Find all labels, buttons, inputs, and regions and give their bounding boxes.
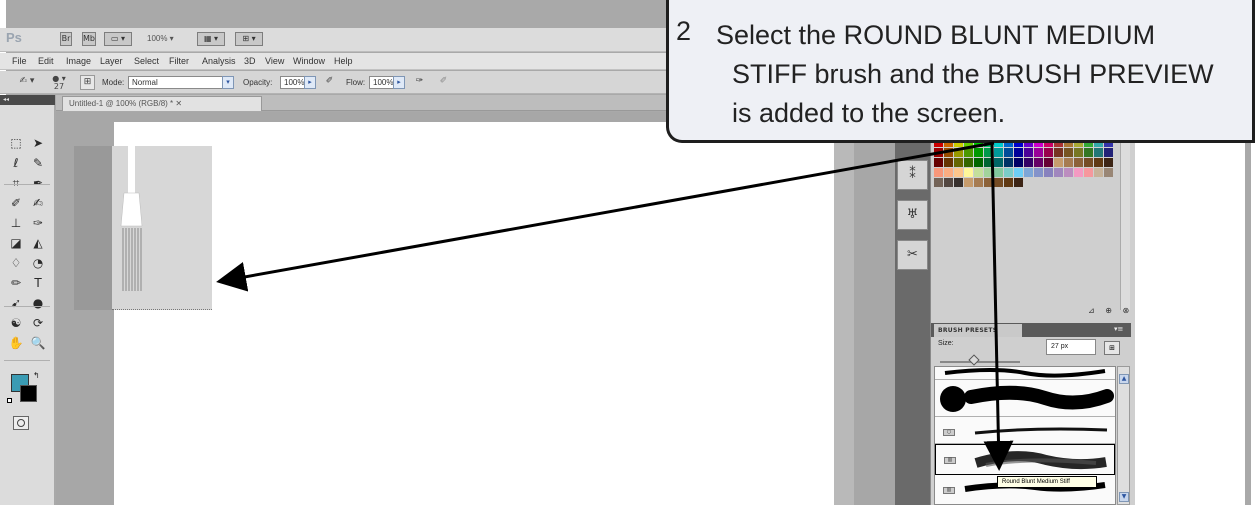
- tool-preset-picker[interactable]: ✍ ▾: [12, 75, 42, 90]
- opacity-label: Opacity:: [243, 78, 273, 87]
- screen-mode-button[interactable]: ⊞ ▾: [235, 32, 263, 46]
- menu-image[interactable]: Image: [66, 56, 91, 66]
- callout-step-number: 2: [676, 16, 692, 46]
- marquee-tool[interactable]: ⬚: [4, 134, 28, 153]
- brush-type-icon: ▥: [944, 457, 956, 464]
- eraser-tool[interactable]: ◪: [4, 234, 28, 253]
- spot-healing-tool[interactable]: ✐: [4, 194, 28, 213]
- bridge-button[interactable]: Br: [60, 32, 72, 46]
- zoom-level-dropdown[interactable]: 100% ▾: [147, 34, 174, 43]
- brush-tooltip: Round Blunt Medium Stiff: [997, 476, 1097, 488]
- flow-slider-arrow[interactable]: ▸: [393, 76, 405, 89]
- history-brush-tool[interactable]: ✑: [26, 214, 50, 233]
- swatches-footer-icons[interactable]: ⊿ ⊕ ⊗: [1088, 306, 1133, 315]
- arrange-documents-button[interactable]: ▦ ▾: [197, 32, 225, 46]
- brush-tool[interactable]: ✍: [26, 194, 50, 213]
- pressure-size-icon[interactable]: ✐: [436, 75, 451, 90]
- 3d-orbit-tool[interactable]: ⟳: [26, 314, 50, 333]
- document-tab[interactable]: Untitled-1 @ 100% (RGB/8) * ✕: [62, 96, 262, 111]
- page-margin: [1135, 112, 1245, 505]
- brush-preset-picker[interactable]: ● ▾ 27: [48, 75, 70, 91]
- dodge-tool[interactable]: ◔: [26, 254, 50, 273]
- brush-size-hint: 27: [53, 82, 65, 91]
- size-label: Size:: [938, 340, 954, 347]
- brush-list-scrollbar[interactable]: ▲ ▼: [1117, 366, 1130, 505]
- path-selection-tool[interactable]: ➹: [4, 294, 28, 313]
- menu-filter[interactable]: Filter: [169, 56, 189, 66]
- menu-edit[interactable]: Edit: [38, 56, 54, 66]
- scroll-down-arrow[interactable]: ▼: [1119, 492, 1129, 502]
- reset-size-icon[interactable]: ⊞: [1104, 341, 1120, 355]
- toggle-brush-panel-icon[interactable]: ⊞: [80, 75, 95, 90]
- brush-presets-tab[interactable]: BRUSH PRESETS: [934, 324, 1022, 337]
- quick-mask-icon: [17, 419, 25, 427]
- swap-colors-icon[interactable]: ↰: [33, 371, 40, 380]
- dock-clone-source-icon[interactable]: ♅: [897, 200, 928, 230]
- mini-bridge-button[interactable]: Mb: [82, 32, 96, 46]
- menu-file[interactable]: File: [12, 56, 27, 66]
- gradient-tool[interactable]: ◭: [26, 234, 50, 253]
- blur-tool[interactable]: ♢: [4, 254, 28, 273]
- brush-type-icon: ○: [943, 429, 955, 436]
- flow-label: Flow:: [346, 78, 366, 87]
- zoom-tool[interactable]: 🔍: [26, 334, 50, 353]
- mode-select[interactable]: Normal: [128, 76, 234, 89]
- hand-tool[interactable]: ✋: [4, 334, 28, 353]
- quick-mask-button[interactable]: [13, 416, 29, 430]
- mode-dropdown-arrow[interactable]: ▾: [222, 76, 234, 89]
- default-colors-icon[interactable]: [7, 398, 12, 403]
- clone-stamp-tool[interactable]: ⊥: [4, 214, 28, 233]
- canvas[interactable]: [114, 122, 834, 505]
- menu-help[interactable]: Help: [334, 56, 353, 66]
- size-slider[interactable]: [940, 361, 1020, 363]
- menu-3d[interactable]: 3D: [244, 56, 256, 66]
- 3d-rotate-tool[interactable]: ☯: [4, 314, 28, 333]
- swatches-scrollbar[interactable]: [1120, 120, 1130, 310]
- menu-view[interactable]: View: [265, 56, 284, 66]
- quick-selection-tool[interactable]: ✎: [26, 154, 50, 173]
- menu-layer[interactable]: Layer: [100, 56, 123, 66]
- pen-tool[interactable]: ✏: [4, 274, 28, 293]
- menu-select[interactable]: Select: [134, 56, 159, 66]
- opacity-slider-arrow[interactable]: ▸: [304, 76, 316, 89]
- callout-text: Select the ROUND BLUNT MEDIUM STIFF brus…: [716, 20, 1214, 128]
- airbrush-icon[interactable]: ✑: [412, 75, 427, 90]
- vertical-scrollbar[interactable]: [834, 112, 854, 505]
- type-tool[interactable]: T: [26, 274, 50, 293]
- dock-tool-presets-icon[interactable]: ✂: [897, 240, 928, 270]
- mode-label: Mode:: [102, 78, 125, 87]
- brush-preview-icon: [120, 146, 143, 291]
- brush-preset-item[interactable]: [935, 367, 1115, 380]
- view-extras-button[interactable]: ▭ ▾: [104, 32, 132, 46]
- brush-preset-round-blunt-medium-stiff[interactable]: ▥: [935, 444, 1115, 475]
- panel-menu-icon[interactable]: ▾≡: [1114, 325, 1123, 333]
- photoshop-logo: Ps: [6, 30, 22, 45]
- pressure-opacity-icon[interactable]: ✐: [322, 75, 337, 90]
- menu-window[interactable]: Window: [293, 56, 325, 66]
- brush-type-icon: ▥: [943, 487, 955, 494]
- size-field[interactable]: 27 px: [1046, 339, 1096, 355]
- shape-tool[interactable]: ●: [26, 294, 50, 313]
- dock-brush-icon[interactable]: ⁑: [897, 160, 928, 190]
- scroll-up-arrow[interactable]: ▲: [1119, 374, 1129, 384]
- lasso-tool[interactable]: ℓ: [4, 154, 28, 173]
- tools-panel-header[interactable]: ◂◂: [0, 95, 55, 105]
- menu-analysis[interactable]: Analysis: [202, 56, 236, 66]
- move-tool[interactable]: ➤: [26, 134, 50, 153]
- brush-preset-item[interactable]: [935, 380, 1115, 417]
- background-color-swatch[interactable]: [20, 385, 37, 402]
- brush-preset-item[interactable]: ○: [935, 417, 1115, 444]
